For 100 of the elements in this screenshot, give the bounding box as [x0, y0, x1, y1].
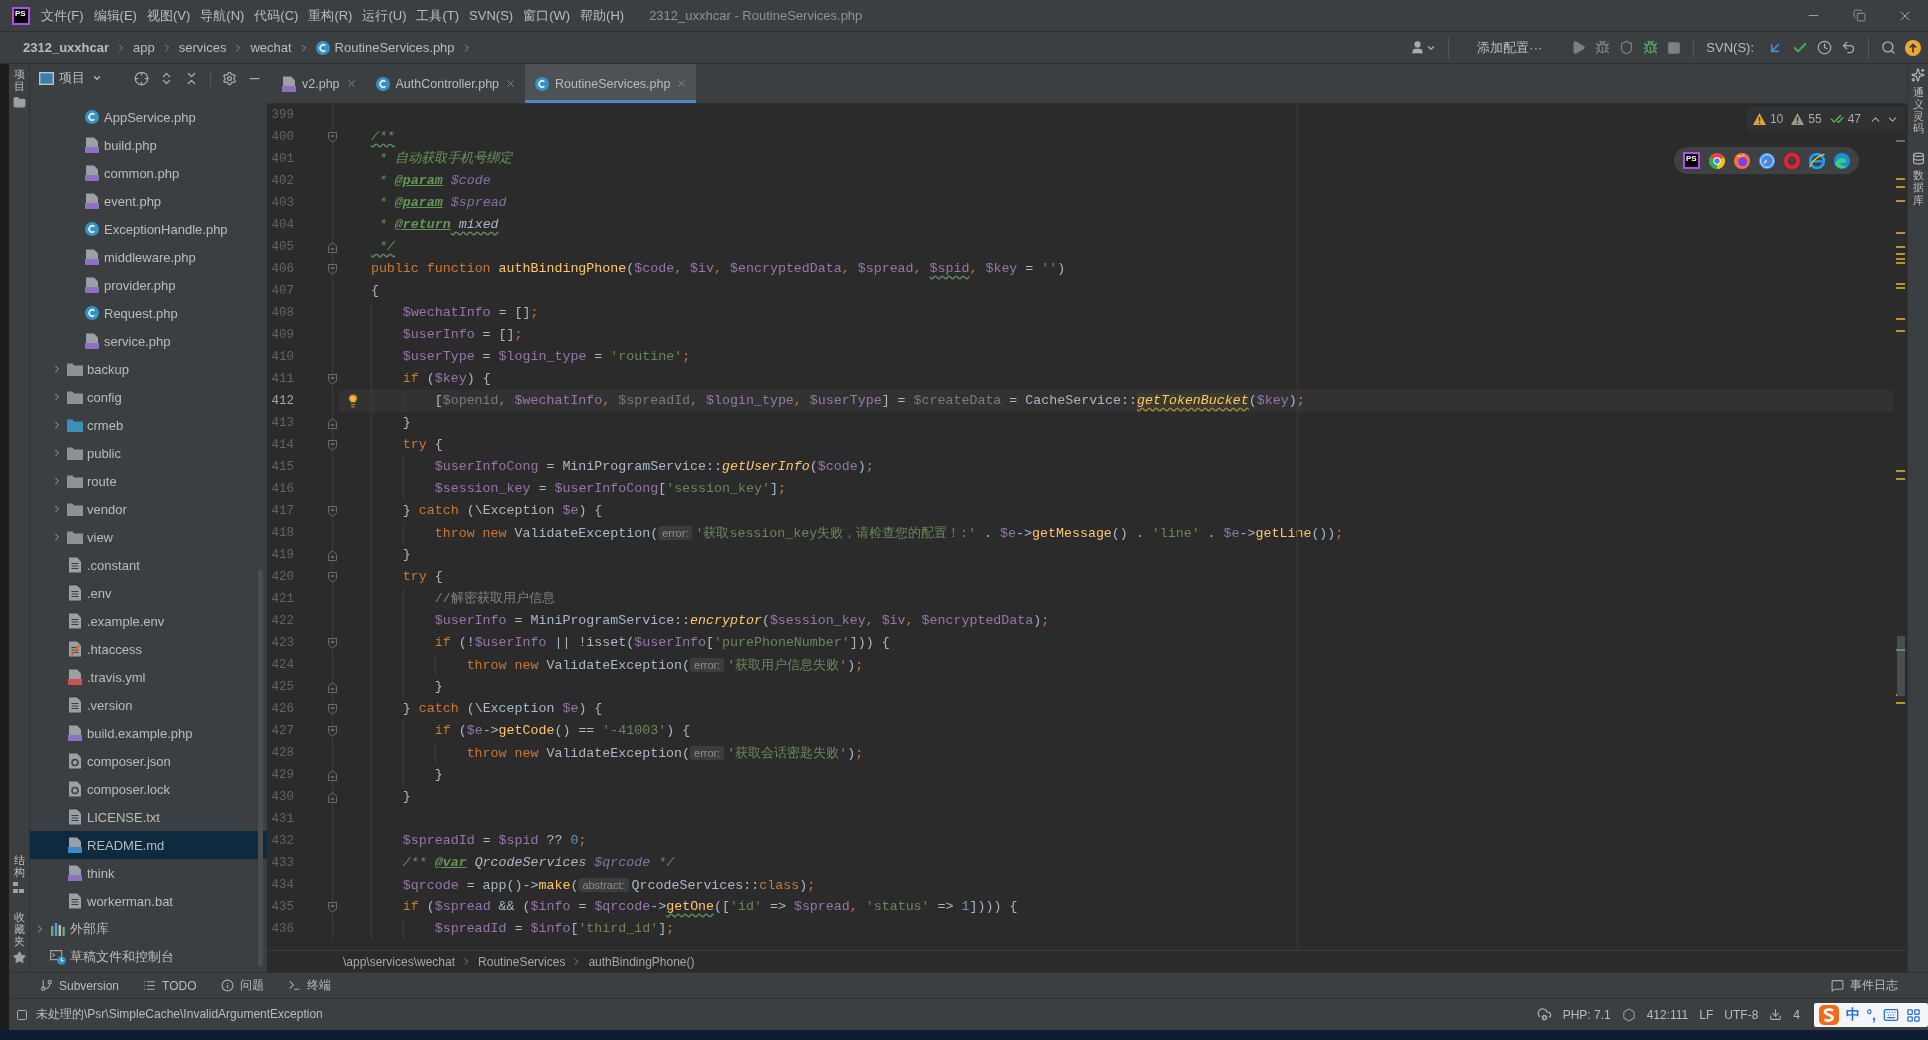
fold-marker-icon[interactable]	[328, 263, 337, 275]
tree-item[interactable]: event.php	[30, 187, 267, 215]
menu-item[interactable]: 运行(U)	[357, 3, 412, 28]
fold-marker-icon[interactable]	[328, 549, 337, 561]
play-icon[interactable]	[1571, 40, 1587, 55]
arrow-up-circle-icon[interactable]	[1905, 39, 1921, 56]
indent-setting[interactable]: 4	[1793, 1007, 1800, 1022]
bug-icon[interactable]	[1595, 40, 1611, 55]
tree-item[interactable]: .example.env	[30, 607, 267, 635]
menu-item[interactable]: 编辑(E)	[88, 3, 142, 28]
breadcrumb-item[interactable]: services	[176, 40, 229, 55]
settings-icon[interactable]	[222, 70, 237, 86]
menu-item[interactable]: 视图(V)	[141, 3, 196, 28]
view-selector[interactable]: 项目	[59, 69, 102, 87]
tree-item[interactable]: 草稿文件和控制台	[30, 943, 267, 971]
tool-window-button[interactable]: 结构	[13, 853, 25, 893]
bug-icon[interactable]	[1643, 40, 1659, 55]
tree-item[interactable]: backup	[30, 355, 267, 383]
compass-icon[interactable]	[1759, 152, 1775, 169]
undo-icon[interactable]	[1841, 40, 1856, 55]
tree-item[interactable]: build.example.php	[30, 719, 267, 747]
menu-item[interactable]: 工具(T)	[411, 3, 465, 28]
fold-marker-icon[interactable]	[328, 769, 337, 781]
fold-marker-icon[interactable]	[328, 241, 337, 253]
tree-item[interactable]: build.php	[30, 131, 267, 159]
tree-item[interactable]: composer.json	[30, 747, 267, 775]
browser-icon[interactable]	[1709, 152, 1725, 169]
tool-window-button[interactable]: TODO	[143, 978, 197, 993]
square-icon[interactable]	[16, 1008, 28, 1021]
user-icon[interactable]	[1410, 40, 1426, 55]
caret-position[interactable]: 412:111	[1646, 1007, 1689, 1022]
line-separator[interactable]: LF	[1699, 1007, 1714, 1022]
tool-window-button[interactable]: 事件日志	[1831, 977, 1898, 994]
tool-window-button[interactable]: 通义灵码	[1911, 68, 1925, 135]
run-config-button[interactable]: 添加配置···	[1461, 38, 1563, 57]
editor-tab[interactable]: AuthController.php	[365, 64, 526, 103]
app-logo[interactable]: PS	[1683, 152, 1700, 169]
tool-window-button[interactable]: 项目	[12, 68, 26, 110]
tree-item[interactable]: think	[30, 859, 267, 887]
editor-tab[interactable]: RoutineServices.php	[525, 64, 697, 103]
menu-item[interactable]: 文件(F)	[36, 3, 89, 28]
tree-item[interactable]: common.php	[30, 159, 267, 187]
tree-item[interactable]: route	[30, 467, 267, 495]
fold-marker-icon[interactable]	[328, 373, 337, 385]
menu-item[interactable]: 帮助(H)	[575, 3, 630, 28]
tree-item[interactable]: workerman.bat	[30, 887, 267, 915]
breadcrumb-item[interactable]: authBindingPhone()	[588, 954, 695, 969]
menu-item[interactable]: 窗口(W)	[518, 3, 576, 28]
fold-marker-icon[interactable]	[328, 725, 337, 737]
tree-item[interactable]: config	[30, 383, 267, 411]
fold-marker-icon[interactable]	[328, 417, 337, 429]
ime-logo-icon[interactable]	[1818, 1005, 1839, 1025]
tool-window-button[interactable]: 问题	[220, 977, 264, 994]
menu-item[interactable]: 重构(R)	[303, 3, 358, 28]
encoding[interactable]: UTF-8	[1724, 1007, 1759, 1022]
tree-item[interactable]: LICENSE.txt	[30, 803, 267, 831]
shield-icon[interactable]	[1619, 40, 1635, 55]
tree-item[interactable]: AppService.php	[30, 103, 267, 131]
tool-window-button[interactable]: 数据库	[1911, 152, 1925, 206]
menu-item[interactable]: SVN(S)	[464, 3, 519, 28]
tree-item[interactable]: crmeb	[30, 411, 267, 439]
tool-window-button[interactable]: 终端	[287, 977, 331, 994]
close-icon[interactable]	[505, 78, 517, 89]
hexagon-icon[interactable]	[1621, 1007, 1636, 1022]
stop-icon[interactable]	[1667, 40, 1682, 55]
close-icon[interactable]	[345, 78, 357, 89]
tree-item[interactable]: ExceptionHandle.php	[30, 215, 267, 243]
restore-icon[interactable]	[1852, 9, 1866, 22]
breadcrumb-item[interactable]: RoutineServices	[478, 954, 566, 969]
browser-icon[interactable]	[1734, 152, 1750, 169]
tree-item[interactable]: composer.lock	[30, 775, 267, 803]
grid-icon[interactable]	[1906, 1007, 1921, 1023]
fold-marker-icon[interactable]	[328, 571, 337, 583]
breadcrumb-item[interactable]: wechat	[248, 40, 294, 55]
bulb-icon[interactable]	[346, 394, 360, 408]
editor-tab[interactable]: v2.php	[272, 64, 366, 103]
ring-icon[interactable]	[1784, 152, 1800, 169]
clock-icon[interactable]	[1817, 40, 1832, 55]
cloud-gear-icon[interactable]	[1536, 1007, 1552, 1022]
fold-marker-icon[interactable]	[328, 505, 337, 517]
ime-mode[interactable]: 中	[1845, 1006, 1860, 1024]
fold-marker-icon[interactable]	[328, 681, 337, 693]
search-icon[interactable]	[1881, 40, 1896, 55]
fold-marker-icon[interactable]	[328, 131, 337, 143]
download-icon[interactable]	[1769, 1008, 1783, 1021]
tree-item[interactable]: provider.php	[30, 271, 267, 299]
tree-item[interactable]: .version	[30, 691, 267, 719]
tree-item[interactable]: Request.php	[30, 299, 267, 327]
tree-item[interactable]: .htaccess	[30, 635, 267, 663]
tree-item[interactable]: public	[30, 439, 267, 467]
ime-punctuation[interactable]: °,	[1866, 1007, 1876, 1023]
close-icon[interactable]	[676, 78, 688, 89]
tool-window-button[interactable]: Subversion	[40, 978, 120, 993]
browser-icon[interactable]	[1809, 152, 1825, 169]
tree-item[interactable]: .env	[30, 579, 267, 607]
fold-marker-icon[interactable]	[328, 439, 337, 451]
fold-marker-icon[interactable]	[328, 791, 337, 803]
tree-item[interactable]: README.md	[30, 831, 267, 859]
breadcrumb-item[interactable]: app	[131, 40, 157, 55]
breadcrumb-item[interactable]: \app\services\wechat	[343, 954, 456, 969]
